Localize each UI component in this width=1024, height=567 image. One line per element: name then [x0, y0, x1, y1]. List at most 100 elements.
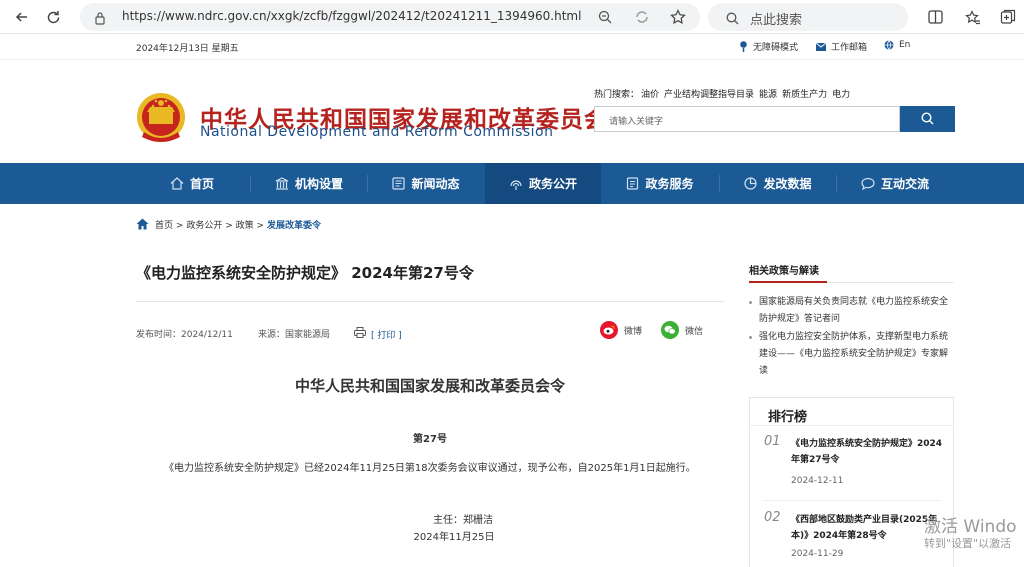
favorites-icon[interactable] [962, 6, 984, 28]
activation-watermark-title: 激活 Windo [924, 517, 1017, 537]
decree-signer: 主任：郑栅洁 [433, 515, 493, 526]
search-icon [921, 110, 934, 129]
home-icon [170, 177, 184, 190]
current-date: 2024年12月13日 星期五 [136, 44, 239, 54]
back-icon[interactable] [11, 6, 33, 28]
related-policy-text: 国家能源局有关负责同志就《电力监控系统安全防护规定》答记者问 [759, 297, 949, 324]
nav-item-label: 首页 [189, 177, 214, 191]
chat-icon [861, 177, 875, 190]
breadcrumb-sep: > [256, 221, 265, 231]
site-name-en: National Development and Reform Commissi… [200, 124, 554, 140]
site-info-icon[interactable] [94, 10, 106, 29]
globe-icon [884, 40, 894, 50]
english-link[interactable]: En [884, 40, 910, 50]
article-source: 来源：国家能源局 [258, 330, 331, 340]
home-icon[interactable] [136, 218, 149, 233]
accessibility-label: 无障碍模式 [753, 43, 799, 53]
url-text[interactable]: https://www.ndrc.gov.cn/xxgk/zcfb/fzggwl… [122, 9, 581, 23]
nav-item-institution[interactable]: 机构设置 [251, 163, 367, 204]
hot-search-item[interactable]: 能源 [759, 90, 777, 100]
national-emblem-logo[interactable] [136, 92, 186, 144]
ranking-item-title[interactable]: 《电力监控系统安全防护规定》2024年第27号令 [791, 436, 951, 468]
breadcrumb-sep: > [225, 221, 233, 231]
nav-item-gov-affairs[interactable]: 政务公开 [485, 163, 601, 204]
split-screen-icon[interactable] [924, 6, 946, 28]
related-policy-text: 强化电力监控安全防护体系，支撑新型电力系统建设——《电力监控系统安全防护规定》专… [759, 332, 949, 376]
decree-number: 第27号 [413, 434, 447, 445]
printer-icon [354, 327, 366, 341]
site-topbar: 2024年12月13日 星期五 无障碍模式 工作邮箱 En [0, 34, 1024, 60]
nav-item-label: 政务服务 [645, 177, 694, 191]
site-search-button[interactable] [900, 106, 955, 132]
decree-body: 《电力监控系统安全防护规定》已经2024年11月25日第18次委务会议审议通过，… [164, 463, 696, 474]
related-policy-link[interactable]: 国家能源局有关负责同志就《电力监控系统安全防护规定》答记者问 [749, 294, 954, 328]
reload-icon[interactable] [42, 6, 64, 28]
nav-item-services[interactable]: 政务服务 [602, 163, 718, 204]
ranking-number: 01 [764, 434, 781, 449]
ranking-title: 排行榜 [768, 410, 808, 425]
site-header: 中华人民共和国国家发展和改革委员会 National Development a… [0, 60, 1024, 163]
ranking-divider [749, 425, 954, 426]
broadcast-icon [510, 180, 522, 190]
translate-icon[interactable] [634, 9, 650, 29]
nav-item-label: 新闻动态 [411, 177, 460, 191]
breadcrumb-sep: > [175, 221, 184, 231]
site-search-placeholder: 请输入关键字 [609, 117, 664, 127]
share-weibo[interactable]: 微博 [600, 321, 642, 339]
wechat-icon [661, 321, 679, 339]
breadcrumb: 首页 > 政务公开 > 政策 > 发展改革委令 [136, 218, 321, 233]
ranking-number: 02 [764, 510, 781, 525]
institution-icon [275, 177, 289, 190]
nav-item-data[interactable]: 发改数据 [720, 163, 836, 204]
decree-date: 2024年11月25日 [413, 532, 495, 543]
address-bar[interactable]: https://www.ndrc.gov.cn/xxgk/zcfb/fzggwl… [80, 3, 700, 31]
collections-icon[interactable] [997, 6, 1019, 28]
related-policy-link[interactable]: 强化电力监控安全防护体系，支撑新型电力系统建设——《电力监控系统安全防护规定》专… [749, 329, 954, 380]
nav-item-interaction[interactable]: 互动交流 [837, 163, 953, 204]
browser-search-placeholder: 点此搜索 [750, 13, 803, 28]
main-nav: 首页 机构设置 新闻动态 政务公开 政务服务 发改数据 互动交流 [0, 163, 1024, 204]
nav-item-label: 发改数据 [763, 177, 812, 191]
search-icon [726, 10, 739, 29]
hot-search-label: 热门搜索： [594, 90, 640, 100]
breadcrumb-item[interactable]: 政务公开 [186, 221, 222, 231]
accessibility-link[interactable]: 无障碍模式 [739, 40, 798, 53]
nav-item-home[interactable]: 首页 [134, 163, 250, 204]
hot-search-item[interactable]: 新质生产力 [782, 90, 827, 100]
nav-item-news[interactable]: 新闻动态 [368, 163, 484, 204]
share-wechat[interactable]: 微信 [661, 321, 703, 339]
zoom-icon[interactable] [598, 9, 612, 28]
related-title-underline [749, 281, 954, 283]
hot-search-item[interactable]: 油价 [641, 90, 659, 100]
breadcrumb-item[interactable]: 政策 [236, 221, 254, 231]
mail-icon [815, 42, 827, 52]
weibo-label: 微博 [624, 326, 643, 337]
activation-watermark-hint: 转到"设置"以激活 [924, 537, 1012, 550]
article-title: 《电力监控系统安全防护规定》 2024年第27号令 [136, 264, 474, 282]
site-search-input[interactable]: 请输入关键字 [594, 106, 900, 132]
print-button[interactable]: [ 打印 ] [354, 327, 402, 341]
service-icon [627, 177, 639, 190]
breadcrumb-current[interactable]: 发展改革委令 [267, 221, 321, 231]
english-label: En [899, 40, 911, 50]
mail-link[interactable]: 工作邮箱 [815, 40, 867, 53]
data-chart-icon [744, 177, 758, 190]
news-icon [392, 177, 406, 190]
ranking-item-date: 2024-12-11 [791, 476, 844, 486]
hot-search-item[interactable]: 电力 [832, 90, 850, 100]
hot-search-item[interactable]: 产业结构调整指导目录 [664, 90, 754, 100]
print-label: [ 打印 ] [371, 330, 402, 341]
nav-item-label: 互动交流 [880, 177, 929, 191]
title-divider [136, 301, 724, 302]
wechat-label: 微信 [685, 326, 704, 337]
ranking-item-date: 2024-11-29 [791, 549, 844, 559]
favorite-star-icon[interactable] [670, 9, 686, 29]
breadcrumb-item[interactable]: 首页 [155, 221, 173, 231]
publish-time: 发布时间：2024/12/11 [136, 330, 233, 340]
decree-heading: 中华人民共和国国家发展和改革委员会令 [294, 377, 565, 395]
hot-search: 热门搜索： 油价 产业结构调整指导目录 能源 新质生产力 电力 [594, 87, 855, 100]
browser-search-box[interactable]: 点此搜索 [708, 3, 908, 31]
browser-toolbar: https://www.ndrc.gov.cn/xxgk/zcfb/fzggwl… [0, 0, 1024, 34]
nav-item-label: 机构设置 [294, 177, 343, 191]
accessibility-icon [739, 41, 748, 52]
